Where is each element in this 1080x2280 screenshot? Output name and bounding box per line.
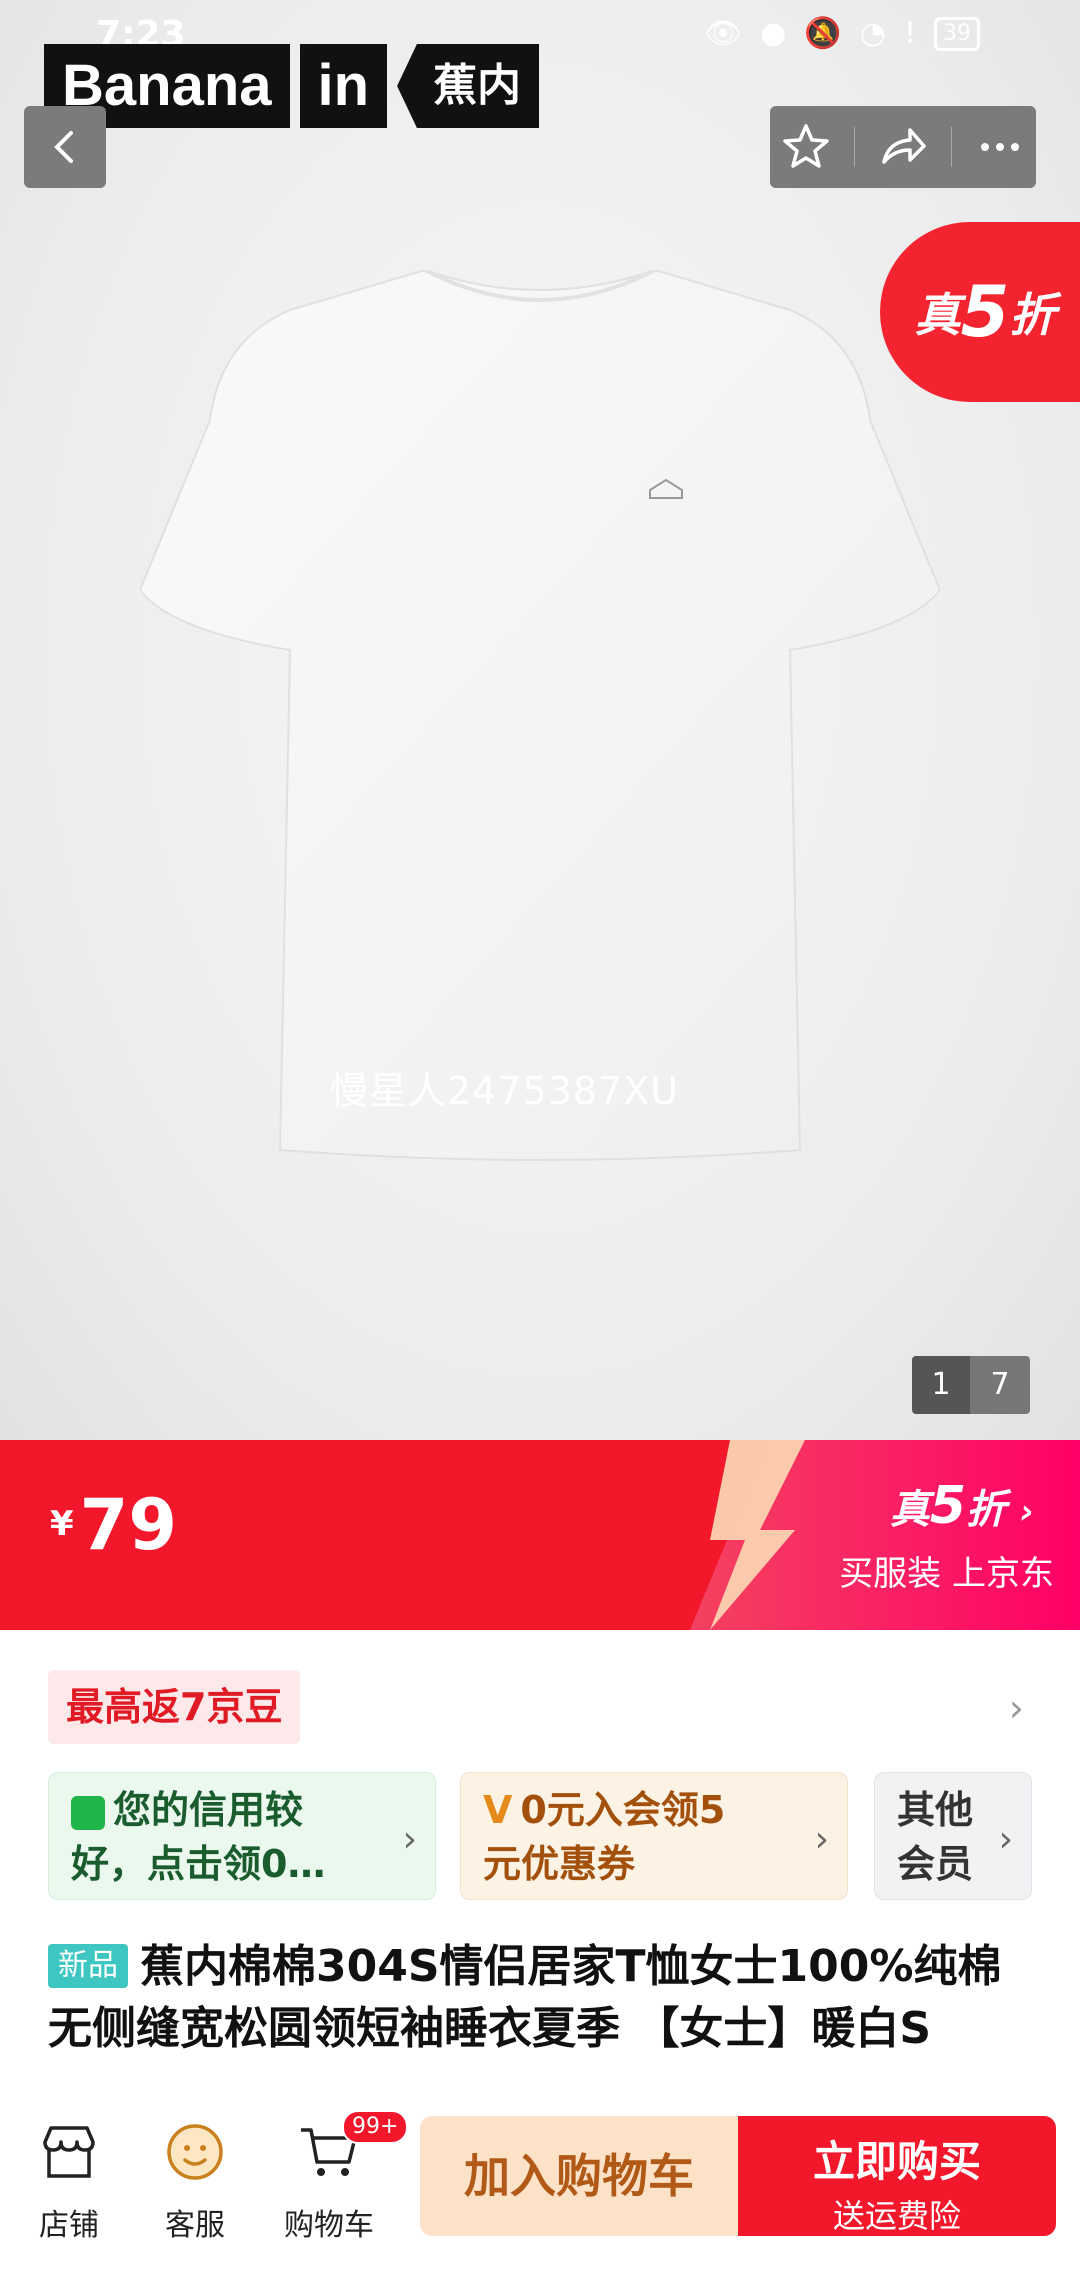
- buy-now-button[interactable]: 立即购买 送运费险: [738, 2116, 1056, 2236]
- discount-badge-suffix: 折: [1009, 288, 1056, 342]
- member-coupon-card[interactable]: V 0元入会领5 元优惠券 ›: [460, 1772, 848, 1900]
- service-label: 客服: [165, 2208, 225, 2243]
- alert-icon: !: [903, 16, 916, 51]
- bottom-action-bar: 店铺 客服 99+ 购物车 加入购物车 立即购买 送运费险: [0, 2090, 1080, 2280]
- buy-now-sub: 送运费险: [832, 2197, 961, 2235]
- bean-rebate-tag[interactable]: 最高返7京豆: [48, 1670, 301, 1744]
- add-to-cart-button[interactable]: 加入购物车: [420, 2116, 738, 2236]
- chevron-right-icon: ›: [1019, 1492, 1034, 1532]
- credit-coupon-card[interactable]: 您的信用较 好，点击领0… ›: [48, 1772, 436, 1900]
- pager-total: 7: [970, 1356, 1030, 1414]
- chevron-right-icon[interactable]: ›: [1009, 1686, 1024, 1730]
- price: ¥79: [50, 1484, 177, 1566]
- product-photo[interactable]: [138, 268, 942, 1170]
- credit-line2: 好，点击领0…: [71, 1842, 326, 1886]
- discount-badge[interactable]: 真5折: [880, 222, 1080, 402]
- product-title[interactable]: 新品 蕉内棉棉304S情侣居家T恤女士100%纯棉无侧缝宽松圆领短袖睡衣夏季 【女…: [48, 1936, 1038, 2086]
- shopping-bag-icon: [71, 1795, 105, 1830]
- chevron-right-icon: ›: [402, 1819, 417, 1860]
- pager-current: 1: [912, 1356, 970, 1414]
- location-icon: ●: [760, 16, 787, 51]
- currency-symbol: ¥: [50, 1504, 74, 1544]
- promo-title[interactable]: 真5折 ›: [890, 1476, 1034, 1536]
- chevron-left-icon: [54, 131, 73, 163]
- buy-now-label: 立即购买: [812, 2137, 981, 2186]
- more-icon[interactable]: [975, 122, 1025, 172]
- discount-badge-prefix: 真: [914, 288, 961, 342]
- promo-suffix: 折: [966, 1487, 1007, 1533]
- product-title-text: 蕉内棉棉304S情侣居家T恤女士100%纯棉无侧缝宽松圆领短袖睡衣夏季 【女士】…: [48, 1941, 1002, 2054]
- price-value: 79: [79, 1484, 178, 1566]
- member-line1: 0元入会领5: [520, 1788, 726, 1832]
- battery-icon: 39: [934, 16, 980, 51]
- mute-icon: 🔕: [804, 16, 842, 51]
- other-line1: 其他: [897, 1788, 974, 1832]
- lightning-icon: [710, 1440, 805, 1630]
- shop-label: 店铺: [39, 2208, 99, 2243]
- back-button[interactable]: [24, 106, 106, 188]
- cart-button[interactable]: 99+ 购物车: [274, 2110, 409, 2244]
- vip-icon: V: [483, 1788, 513, 1832]
- service-button[interactable]: 客服: [140, 2120, 250, 2244]
- shop-button[interactable]: 店铺: [14, 2120, 124, 2244]
- promo-prefix: 真: [889, 1487, 930, 1533]
- cart-label: 购物车: [284, 2208, 374, 2243]
- brand-part-2: in: [299, 44, 388, 128]
- chevron-right-icon: ›: [998, 1819, 1013, 1860]
- store-icon: [43, 2126, 95, 2178]
- new-tag: 新品: [48, 1944, 128, 1988]
- image-pager: 1 7: [912, 1356, 1030, 1414]
- top-actions: [770, 106, 1036, 188]
- status-icons: 👁 ● 🔕 ◔ ! 39: [704, 16, 980, 51]
- divider: [950, 127, 952, 167]
- share-icon[interactable]: [878, 122, 928, 172]
- customer-service-icon: [167, 2124, 223, 2180]
- product-image-gallery[interactable]: 慢星人2475387XU 1 7: [0, 0, 1080, 1440]
- promo-subtitle: 买服装 上京东: [839, 1554, 1054, 1594]
- eye-icon: 👁: [704, 16, 743, 51]
- divider: [854, 127, 856, 167]
- credit-line1: 您的信用较: [113, 1788, 304, 1832]
- brand-part-3: 蕉内: [397, 44, 540, 128]
- member-line2: 元优惠券: [483, 1842, 636, 1886]
- image-watermark: 慢星人2475387XU: [330, 1069, 680, 1113]
- other-member-card[interactable]: 其他 会员 ›: [874, 1772, 1032, 1900]
- price-bar: ¥79 真5折 › 买服装 上京东: [0, 1440, 1080, 1630]
- star-icon[interactable]: [781, 122, 831, 172]
- wifi-icon: ◔: [859, 16, 886, 51]
- discount-badge-number: 5: [960, 271, 1010, 353]
- chevron-right-icon: ›: [814, 1819, 829, 1860]
- promo-number: 5: [929, 1476, 967, 1536]
- brand-logo: Banana in 蕉内: [44, 44, 540, 128]
- cart-count-badge: 99+: [342, 2110, 409, 2144]
- other-line2: 会员: [897, 1842, 974, 1886]
